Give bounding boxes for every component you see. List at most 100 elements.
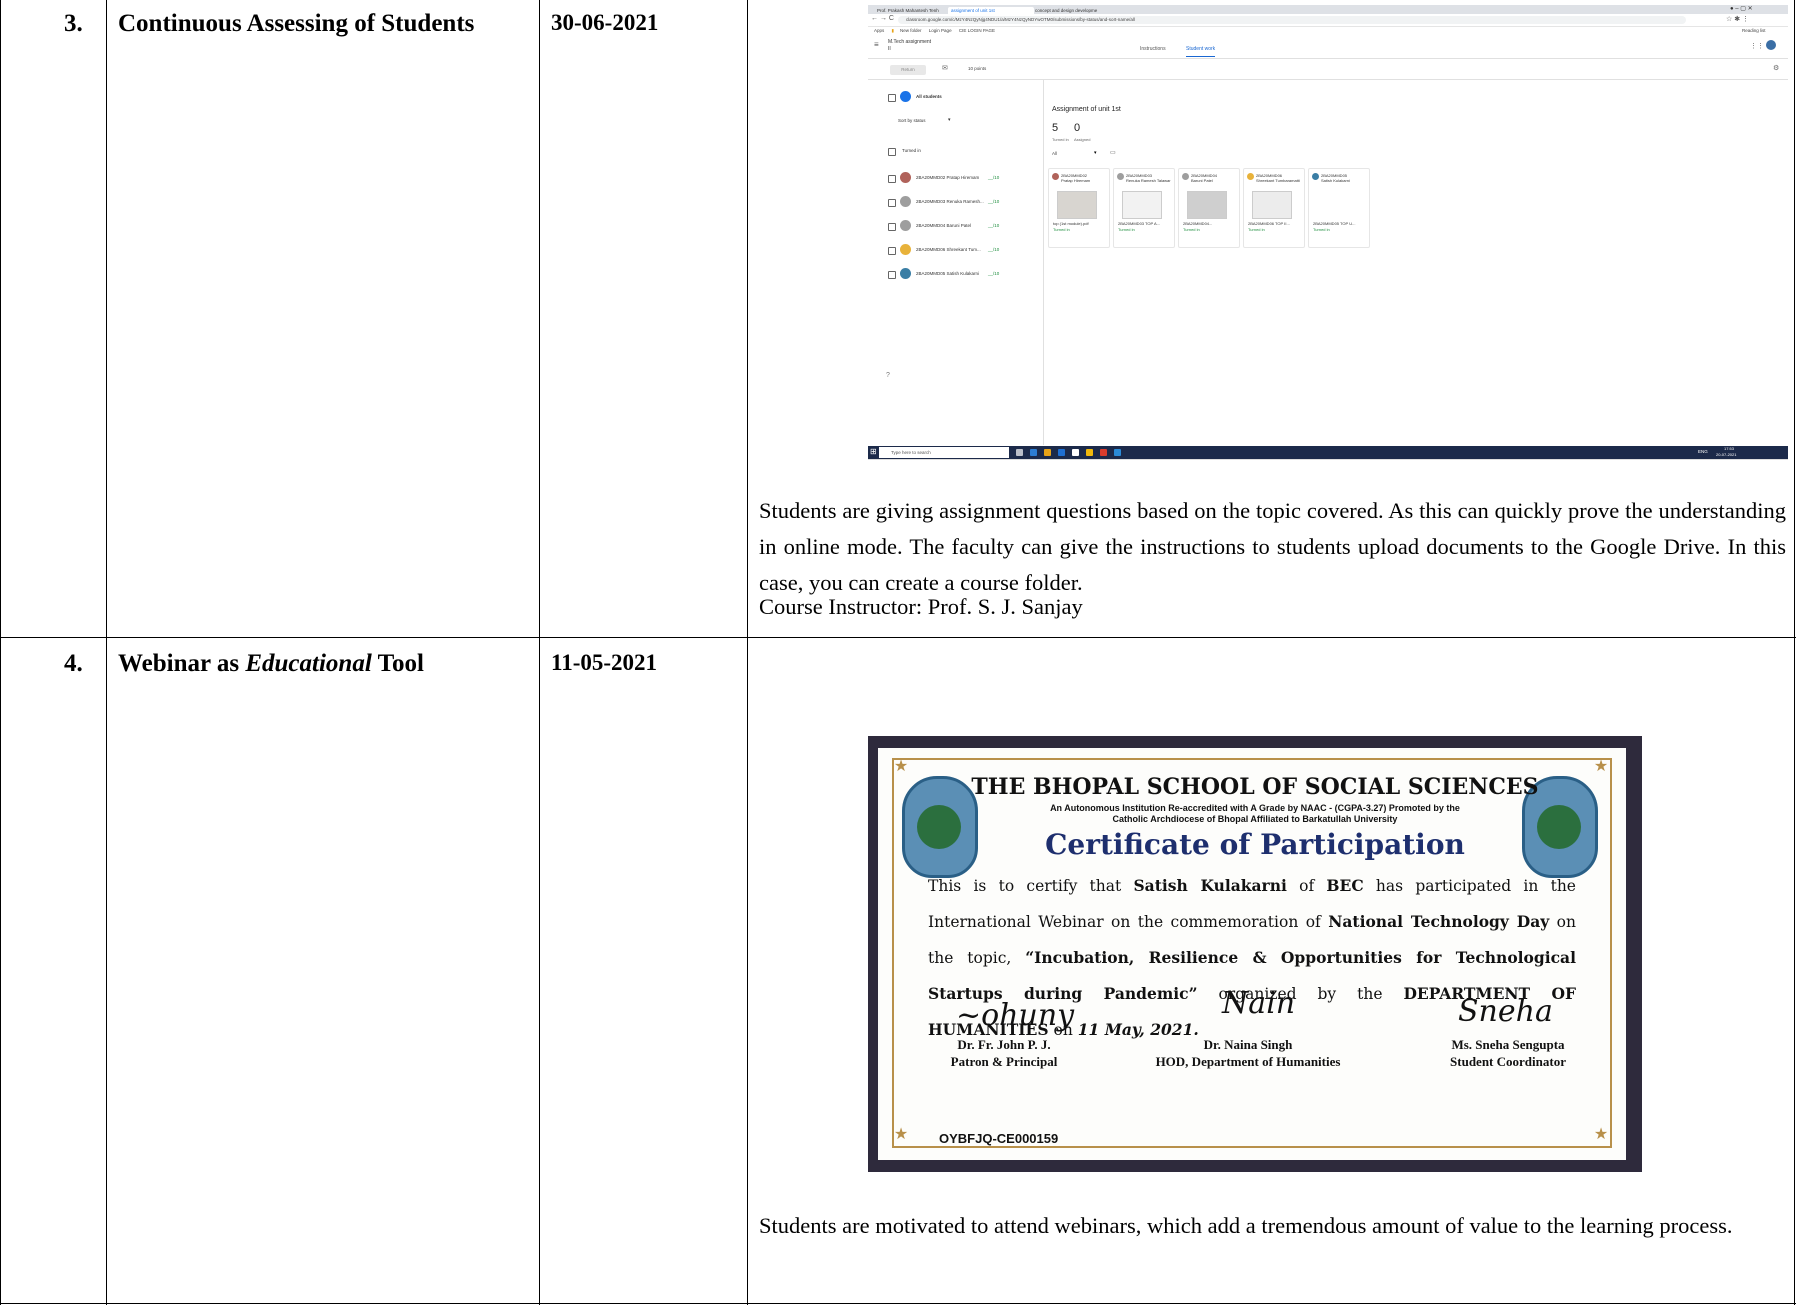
thumbnail bbox=[1187, 191, 1227, 219]
submission-card[interactable]: 2BA20MMD03 Renuka Ramesh Talawar 2BA20MMD… bbox=[1113, 168, 1175, 248]
folder-icon[interactable]: ▭ bbox=[1110, 149, 1116, 156]
avatar bbox=[900, 220, 911, 231]
table-border bbox=[0, 1303, 1796, 1305]
email-icon[interactable]: ✉ bbox=[942, 64, 948, 72]
submission-card[interactable]: 2BA20MMD05 Satish Kulakarni 2BA20MMD05 TO… bbox=[1308, 168, 1370, 248]
file-name: 2BA20MMD04... bbox=[1183, 221, 1213, 226]
store-icon[interactable] bbox=[1058, 449, 1065, 456]
reading-list[interactable]: Reading list bbox=[1742, 26, 1766, 35]
chrome-icon[interactable] bbox=[1086, 449, 1093, 456]
checkbox[interactable] bbox=[888, 148, 896, 156]
assignment-title: Assignment of unit 1st bbox=[1052, 106, 1121, 113]
student-score[interactable]: __/10 bbox=[988, 223, 999, 228]
browser-tab[interactable]: Prof. Prakash Mahantesh Tenh bbox=[874, 7, 950, 14]
student-score[interactable]: __/10 bbox=[988, 247, 999, 252]
window-controls-icon[interactable]: ● ‒ ▢ ✕ bbox=[1730, 5, 1753, 12]
bookmark[interactable]: New folder bbox=[900, 28, 922, 33]
row-date: 11-05-2021 bbox=[551, 650, 658, 675]
clock-date[interactable]: 20-07-2021 bbox=[1716, 452, 1736, 457]
turned-in-header: Turned in bbox=[902, 148, 921, 153]
sort-select[interactable]: Sort by status ▾ bbox=[868, 112, 1043, 132]
windows-start-icon[interactable]: ⊞ bbox=[870, 447, 877, 456]
checkbox[interactable] bbox=[888, 271, 896, 279]
checkbox[interactable] bbox=[888, 223, 896, 231]
avatar bbox=[900, 172, 911, 183]
student-score[interactable]: __/10 bbox=[988, 271, 999, 276]
extensions-icon[interactable]: ☆ ✱ ⋮ bbox=[1726, 15, 1749, 23]
row-title: Continuous Assessing of Students bbox=[118, 10, 475, 37]
submission-card[interactable]: 2BA20MMD06 Shreekant Tumbaramatti 2BA20MM… bbox=[1243, 168, 1305, 248]
explorer-icon[interactable] bbox=[1044, 449, 1051, 456]
tab-student-work[interactable]: Student work bbox=[1186, 46, 1216, 57]
bookmark[interactable]: Login Page bbox=[929, 28, 952, 33]
classroom-screenshot: Prof. Prakash Mahantesh Tenh assignment … bbox=[868, 5, 1788, 460]
bookmark-apps[interactable]: Apps bbox=[874, 28, 884, 33]
chevron-down-icon: ▾ bbox=[1094, 150, 1097, 156]
class-subtitle: II bbox=[888, 46, 891, 52]
nav-arrows-icon[interactable]: ← → C bbox=[871, 15, 894, 22]
thumbnail bbox=[1252, 191, 1292, 219]
submission-card[interactable]: 2BA20MMD04 Baruni Patel 2BA20MMD04... Tur… bbox=[1178, 168, 1240, 248]
checkbox[interactable] bbox=[888, 175, 896, 183]
list-item[interactable]: 2BA20MMD04 Baruni Patel __/10 bbox=[868, 217, 1043, 237]
url-field[interactable]: classroom.google.com/c/MzY4NzQyNjg4NDU1/… bbox=[898, 16, 1686, 24]
filter-select[interactable]: All bbox=[1052, 151, 1057, 156]
table-border bbox=[0, 0, 2, 1305]
list-item[interactable]: 2BA20MMD03 Renuka Ramesh... __/10 bbox=[868, 193, 1043, 213]
windows-taskbar: ⊞ Type here to search ENG 17:53 20-07-20… bbox=[868, 446, 1788, 459]
submissions-panel: Assignment of unit 1st 5 Turned in 0 Ass… bbox=[1044, 80, 1788, 445]
classroom-app-bar: ≡ M.Tech assignment II Instructions Stud… bbox=[868, 36, 1788, 59]
list-item[interactable]: All students bbox=[868, 88, 1043, 108]
avatar[interactable] bbox=[1766, 40, 1776, 50]
checkbox[interactable] bbox=[888, 94, 896, 102]
submission-card[interactable]: 2BA20MMD02 Pratap Hiremam top (1st module… bbox=[1048, 168, 1110, 248]
checkbox[interactable] bbox=[888, 199, 896, 207]
class-title[interactable]: M.Tech assignment bbox=[888, 39, 931, 45]
taskbar-search[interactable]: Type here to search bbox=[879, 447, 1009, 458]
avatar bbox=[1247, 173, 1254, 180]
status-text: Turned in bbox=[1248, 227, 1265, 232]
file-name: 2BA20MMD05 TOP U... bbox=[1313, 221, 1356, 226]
student-name: 2BA20MMD05 Satish Kulakarni bbox=[916, 271, 980, 276]
tab-instructions[interactable]: Instructions bbox=[1140, 46, 1166, 52]
list-item[interactable]: 2BA20MMD05 Satish Kulakarni __/10 bbox=[868, 265, 1043, 285]
points-select[interactable]: 10 points bbox=[968, 66, 986, 71]
mail-icon[interactable] bbox=[1072, 449, 1079, 456]
list-item[interactable]: 2BA20MMD02 Pratap Hiremam __/10 bbox=[868, 169, 1043, 189]
chevron-down-icon: ▾ bbox=[948, 117, 951, 123]
student-score[interactable]: __/10 bbox=[988, 175, 999, 180]
browser-tab[interactable]: assignment of unit 1st bbox=[948, 7, 1034, 14]
status-text: Turned in bbox=[1313, 227, 1330, 232]
row-description: Students are giving assignment questions… bbox=[759, 498, 1786, 595]
signature-image: Sneha bbox=[1458, 994, 1553, 1029]
row-date: 30-06-2021 bbox=[551, 10, 659, 35]
row-number: 3. bbox=[64, 10, 83, 37]
list-item[interactable]: 2BA20MMD06 Shreekant Tum... __/10 bbox=[868, 241, 1043, 261]
row-description: Students are motivated to attend webinar… bbox=[759, 1213, 1733, 1238]
bookmark[interactable]: CIE LOGIN PAGE bbox=[959, 28, 995, 33]
course-instructor: Course Instructor: Prof. S. J. Sanjay bbox=[759, 594, 1083, 619]
signature-image: ~ohuny bbox=[956, 998, 1075, 1033]
return-button[interactable]: Return bbox=[890, 65, 926, 75]
help-icon[interactable]: ? bbox=[886, 372, 890, 379]
file-name: top (1st module).pdf bbox=[1053, 221, 1089, 226]
edge-icon[interactable] bbox=[1030, 449, 1037, 456]
table-border bbox=[1794, 0, 1796, 1305]
app-icon[interactable] bbox=[1100, 449, 1107, 456]
settings-icon[interactable]: ⚙ bbox=[1773, 64, 1779, 72]
student-score[interactable]: __/10 bbox=[988, 199, 999, 204]
checkbox[interactable] bbox=[888, 247, 896, 255]
row-divider bbox=[0, 637, 1796, 639]
certificate-code: OYBFJQ-CE000159 bbox=[936, 1131, 1062, 1146]
task-view-icon[interactable] bbox=[1016, 449, 1023, 456]
browser-tab[interactable]: concept and design developme bbox=[1032, 7, 1118, 14]
avatar bbox=[900, 268, 911, 279]
tray-language[interactable]: ENG bbox=[1698, 449, 1708, 454]
apps-grid-icon[interactable]: ⋮⋮ bbox=[1750, 42, 1764, 50]
certificate-image: ★ ★ ★ ★ THE BHOPAL SCHOOL OF SOCIAL SCIE… bbox=[868, 736, 1642, 1172]
avatar bbox=[1117, 173, 1124, 180]
app-icon[interactable] bbox=[1114, 449, 1121, 456]
menu-icon[interactable]: ≡ bbox=[874, 40, 879, 49]
table-divider bbox=[539, 0, 541, 1305]
clock-time[interactable]: 17:53 bbox=[1724, 446, 1734, 451]
